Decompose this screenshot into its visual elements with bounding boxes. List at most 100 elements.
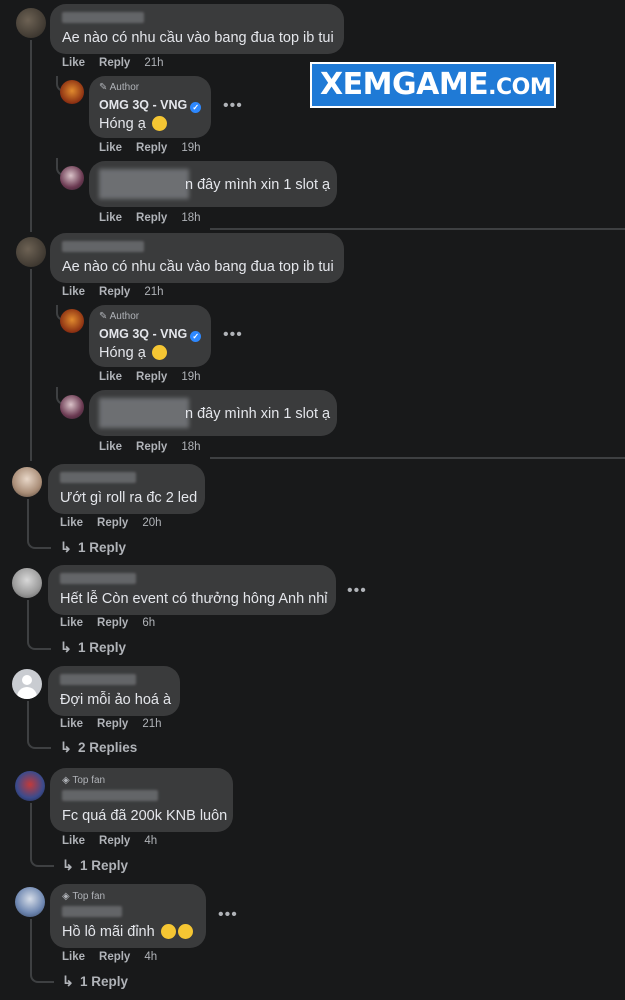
- like-button[interactable]: Like: [60, 617, 83, 629]
- view-replies-link[interactable]: ↳ 1 Reply: [60, 539, 126, 556]
- avatar[interactable]: [15, 887, 45, 917]
- reply-arrow-icon: ↳: [60, 639, 72, 655]
- like-button[interactable]: Like: [62, 951, 85, 963]
- thread-line: [27, 701, 29, 733]
- author-name[interactable]: OMG 3Q - VNG ✓: [99, 98, 202, 113]
- comment-actions: Like Reply 6h: [60, 617, 169, 629]
- timestamp: 6h: [142, 617, 156, 629]
- timestamp: 21h: [144, 57, 164, 69]
- default-user-icon: [22, 675, 32, 685]
- author-reply-bubble: ✎ Author OMG 3Q - VNG ✓ Hóng ạ: [89, 76, 211, 138]
- comment-bubble: Ướt gì roll ra đc 2 led: [48, 464, 205, 514]
- thread-line: [27, 499, 29, 533]
- like-button[interactable]: Like: [99, 441, 122, 453]
- avatar[interactable]: [60, 166, 84, 190]
- like-button[interactable]: Like: [60, 517, 83, 529]
- reply-connector: [27, 731, 51, 749]
- comment-actions: Like Reply 21h: [60, 718, 176, 730]
- avatar[interactable]: [16, 8, 46, 38]
- reply-actions: Like Reply 18h: [99, 212, 215, 224]
- grin-emoji-icon: [160, 924, 176, 939]
- avatar[interactable]: [12, 467, 42, 497]
- thread-line: [30, 40, 32, 232]
- reply-button[interactable]: Reply: [97, 718, 128, 730]
- author-badge: ✎ Author: [99, 82, 140, 93]
- reply-arrow-icon: ↳: [60, 739, 72, 755]
- view-replies-link[interactable]: ↳ 1 Reply: [62, 857, 128, 874]
- like-button[interactable]: Like: [62, 835, 85, 847]
- avatar[interactable]: [15, 771, 45, 801]
- reply-actions: Like Reply 19h: [99, 142, 215, 154]
- commenter-name-redacted: [62, 790, 158, 801]
- grin-emoji-icon: [177, 924, 193, 939]
- reply-button[interactable]: Reply: [99, 57, 130, 69]
- comment-bubble: Ae nào có nhu cầu vào bang đua top ib tu…: [50, 233, 344, 283]
- thread-line: [30, 269, 32, 461]
- more-options-icon[interactable]: •••: [223, 326, 243, 344]
- comment-text: Ướt gì roll ra đc 2 led: [60, 490, 198, 506]
- reply-button[interactable]: Reply: [97, 517, 128, 529]
- reply-actions: Like Reply 18h: [99, 441, 215, 453]
- reply-button[interactable]: Reply: [99, 286, 130, 298]
- author-avatar[interactable]: [60, 80, 84, 104]
- timestamp: 21h: [142, 718, 162, 730]
- thread-line: [27, 600, 29, 634]
- top-fan-badge: ◈ Top fan: [62, 891, 106, 902]
- pencil-icon: ✎: [99, 82, 108, 93]
- reply-connector: [27, 531, 51, 549]
- reply-button[interactable]: Reply: [136, 142, 167, 154]
- xemgame-watermark-logo: XEMGAME.COM: [310, 62, 556, 108]
- like-button[interactable]: Like: [99, 212, 122, 224]
- timestamp: 4h: [144, 951, 158, 963]
- avatar[interactable]: [16, 237, 46, 267]
- watermark-text: XEMGAME: [320, 67, 489, 102]
- view-replies-link[interactable]: ↳ 2 Replies: [60, 739, 137, 756]
- smile-emoji-icon: [151, 116, 167, 131]
- reply-button[interactable]: Reply: [136, 441, 167, 453]
- comment-actions: Like Reply 21h: [62, 286, 178, 298]
- commenter-name-redacted: [60, 472, 136, 483]
- top-fan-badge: ◈ Top fan: [62, 775, 106, 786]
- thread-line: [30, 919, 32, 967]
- user-reply-bubble: n đây mình xin 1 slot ạ: [89, 390, 337, 436]
- reply-button[interactable]: Reply: [97, 617, 128, 629]
- verified-badge-icon: ✓: [190, 331, 202, 342]
- watermark-suffix: .COM: [488, 75, 552, 100]
- timestamp: 19h: [181, 371, 201, 383]
- reply-button[interactable]: Reply: [136, 371, 167, 383]
- like-button[interactable]: Like: [99, 142, 122, 154]
- more-options-icon[interactable]: •••: [218, 906, 238, 924]
- reply-text: n đây mình xin 1 slot ạ: [185, 406, 331, 422]
- avatar[interactable]: [60, 395, 84, 419]
- timestamp: 4h: [144, 835, 158, 847]
- like-button[interactable]: Like: [62, 57, 85, 69]
- divider: [210, 228, 625, 230]
- redacted-content: [99, 398, 189, 428]
- author-badge: ✎ Author: [99, 311, 140, 322]
- more-options-icon[interactable]: •••: [223, 97, 243, 115]
- comment-text: Đợi mỗi ảo hoá à: [60, 692, 172, 708]
- comment-text: Ae nào có nhu cầu vào bang đua top ib tu…: [62, 30, 334, 46]
- reply-button[interactable]: Reply: [99, 951, 130, 963]
- reply-text: n đây mình xin 1 slot ạ: [185, 177, 331, 193]
- view-replies-link[interactable]: ↳ 1 Reply: [62, 973, 128, 990]
- redacted-content: [99, 169, 189, 199]
- avatar[interactable]: [12, 568, 42, 598]
- avatar[interactable]: [12, 669, 42, 699]
- view-replies-link[interactable]: ↳ 1 Reply: [60, 639, 126, 656]
- reply-actions: Like Reply 19h: [99, 371, 215, 383]
- comment-text: Hết lễ Còn event có thưởng hông Anh nhỉ: [60, 591, 328, 607]
- like-button[interactable]: Like: [62, 286, 85, 298]
- reply-arrow-icon: ↳: [62, 973, 74, 989]
- pencil-icon: ✎: [99, 311, 108, 322]
- author-avatar[interactable]: [60, 309, 84, 333]
- author-name[interactable]: OMG 3Q - VNG ✓: [99, 327, 202, 342]
- more-options-icon[interactable]: •••: [347, 582, 367, 600]
- like-button[interactable]: Like: [99, 371, 122, 383]
- reply-button[interactable]: Reply: [136, 212, 167, 224]
- comment-bubble: Đợi mỗi ảo hoá à: [48, 666, 180, 716]
- reply-connector: [30, 965, 54, 983]
- like-button[interactable]: Like: [60, 718, 83, 730]
- diamond-icon: ◈: [62, 775, 70, 786]
- reply-button[interactable]: Reply: [99, 835, 130, 847]
